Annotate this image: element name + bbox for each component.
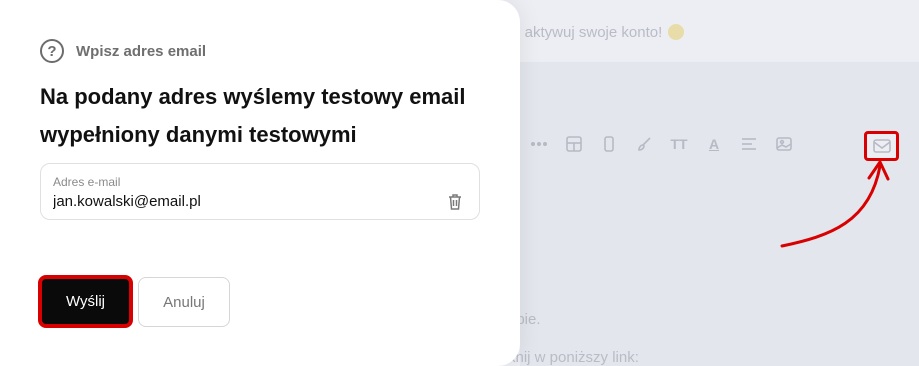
more-icon[interactable]: [528, 133, 550, 155]
send-button-label: Wyślij: [65, 293, 106, 310]
send-button[interactable]: Wyślij: [38, 275, 133, 328]
cancel-button-label: Anuluj: [163, 293, 205, 311]
mail-icon: [872, 139, 891, 153]
email-field-label: Adres e-mail: [53, 175, 121, 189]
email-input[interactable]: [53, 193, 433, 210]
text-color-icon[interactable]: A: [703, 133, 725, 155]
body-text-preview-2: knij w poniższy link:: [508, 349, 639, 366]
table-icon[interactable]: [563, 133, 585, 155]
send-test-email-button[interactable]: [864, 131, 899, 161]
email-field[interactable]: Adres e-mail: [40, 163, 480, 220]
email-subject-preview: ę, aktywuj swoje konto!: [508, 24, 685, 41]
text-size-icon[interactable]: TT: [668, 133, 690, 155]
dialog-label: Wpisz adres email: [76, 42, 207, 60]
dialog-title: Na podany adres wyślemy testowy email wy…: [40, 84, 466, 147]
editor-toolbar: TT A: [528, 133, 808, 155]
mobile-icon[interactable]: [598, 133, 620, 155]
test-email-dialog: ? Wpisz adres email Na podany adres wyśl…: [0, 0, 520, 366]
image-icon[interactable]: [773, 133, 795, 155]
emoji-icon: [668, 24, 685, 40]
cancel-button[interactable]: Anuluj: [138, 277, 230, 327]
editor-canvas: [520, 62, 919, 366]
trash-icon[interactable]: [447, 193, 463, 211]
dialog-header: ? Wpisz adres email: [40, 39, 206, 63]
question-icon: ?: [40, 39, 64, 63]
brush-icon[interactable]: [633, 133, 655, 155]
align-icon[interactable]: [738, 133, 760, 155]
